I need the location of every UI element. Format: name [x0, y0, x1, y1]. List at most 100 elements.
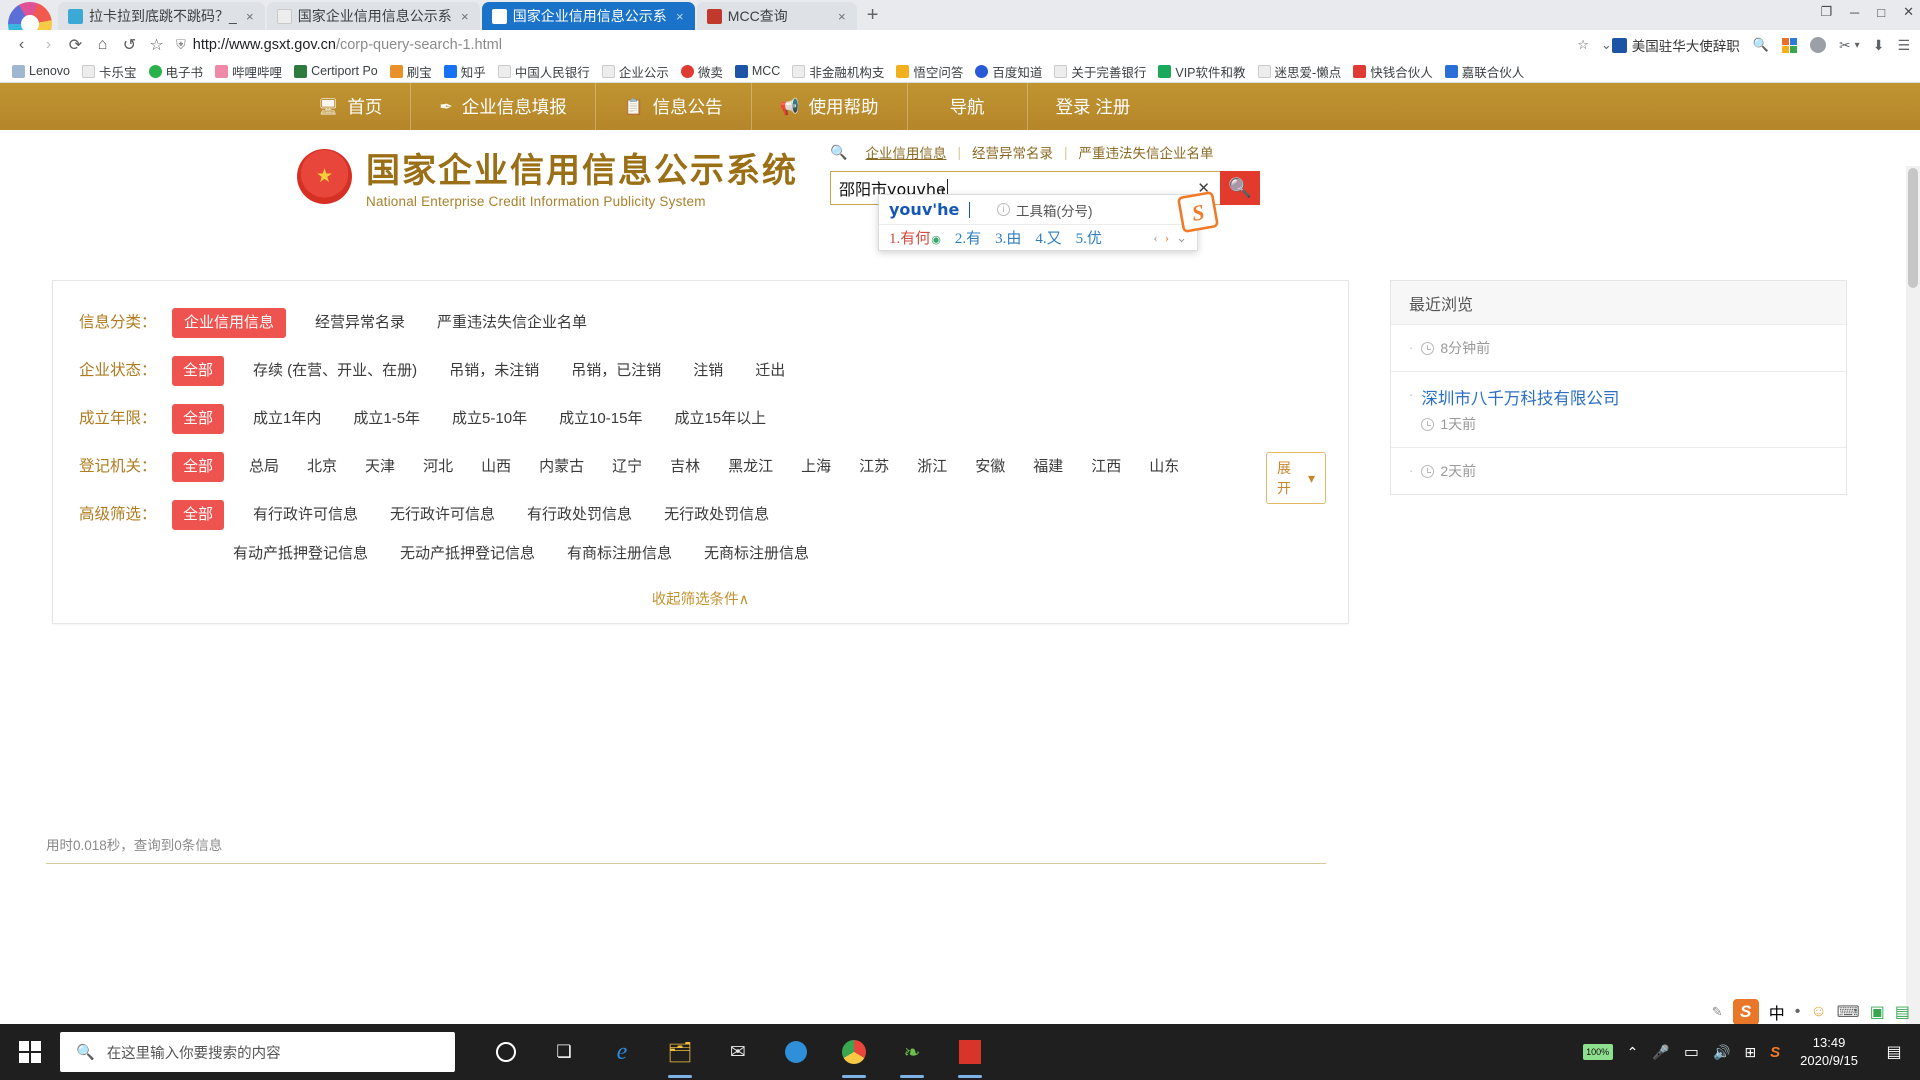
filter-chip[interactable]: 成立1年内	[250, 404, 324, 434]
bookmark-item[interactable]: VIP软件和教	[1152, 61, 1251, 81]
history-icon[interactable]: ↺	[116, 32, 143, 58]
scissors-caret-icon[interactable]: ▾	[1855, 40, 1860, 51]
recent-item[interactable]: · 深圳市八千万科技有限公司 1天前	[1391, 372, 1846, 448]
filter-chip[interactable]: 全部	[172, 404, 225, 434]
filter-chip[interactable]: 黑龙江	[725, 452, 776, 482]
filter-chip[interactable]: 全部	[172, 356, 225, 386]
profile-avatar-icon[interactable]	[1809, 37, 1826, 53]
filter-chip[interactable]: 无商标注册信息	[701, 539, 812, 569]
bookmark-item[interactable]: Certiport Po	[288, 61, 384, 81]
filter-chip[interactable]: 吊销，已注销	[568, 356, 664, 386]
filter-chip[interactable]: 无行政许可信息	[387, 500, 498, 530]
filter-chip[interactable]: 吉林	[667, 452, 703, 482]
filter-chip[interactable]: 无动产抵押登记信息	[397, 539, 538, 569]
ime-candidate[interactable]: 1.有何◉	[889, 227, 941, 248]
forward-icon[interactable]: ›	[35, 32, 62, 58]
file-explorer-icon[interactable]: 🗂	[651, 1024, 709, 1080]
sogou-dot-icon[interactable]: •	[1795, 1003, 1801, 1021]
filter-chip[interactable]: 全部	[172, 452, 225, 482]
browser-tab[interactable]: 拉卡拉到底跳不跳码？_ ×	[58, 2, 265, 30]
filter-chip[interactable]: 全部	[172, 500, 225, 530]
filter-chip[interactable]: 成立1-5年	[350, 404, 423, 434]
battery-indicator[interactable]: 100%	[1582, 1044, 1613, 1060]
filter-chip[interactable]: 吊销，未注销	[446, 356, 542, 386]
filter-chip[interactable]: 总局	[246, 452, 282, 482]
sogou-logo-icon[interactable]: S	[1732, 999, 1759, 1025]
filter-chip[interactable]: 成立10-15年	[556, 404, 645, 434]
scissors-icon[interactable]: ✂	[1839, 37, 1851, 54]
clock-app-icon[interactable]	[767, 1024, 825, 1080]
browser-tab-active[interactable]: 国家企业信用信息公示系 ×	[481, 2, 695, 30]
bookmark-item[interactable]: 知乎	[438, 61, 492, 81]
recent-item[interactable]: · 8分钟前	[1391, 325, 1846, 372]
filter-chip[interactable]: 河北	[420, 452, 456, 482]
tab-close-icon[interactable]: ×	[673, 9, 687, 24]
taskbar-search-input[interactable]: 🔍 在这里输入你要搜索的内容	[60, 1032, 455, 1072]
reload-icon[interactable]: ⟳	[62, 32, 89, 58]
nav-item-login-register[interactable]: 登录 注册	[1028, 83, 1159, 130]
bookmark-item[interactable]: 企业公示	[596, 61, 675, 81]
filter-chip[interactable]: 北京	[304, 452, 340, 482]
filter-chip[interactable]: 山东	[1146, 452, 1182, 482]
minimize-icon[interactable]: ─	[1850, 5, 1859, 20]
bookmark-star-icon[interactable]: ☆	[143, 32, 170, 58]
filter-chip[interactable]: 山西	[478, 452, 514, 482]
close-window-icon[interactable]: ✕	[1903, 4, 1914, 20]
bookmark-item[interactable]: 中国人民银行	[492, 61, 596, 81]
filter-chip[interactable]: 无行政处罚信息	[661, 500, 772, 530]
new-tab-button[interactable]: +	[867, 4, 879, 27]
volume-icon[interactable]: 🔊	[1713, 1044, 1730, 1061]
bookmark-item[interactable]: 关于完善银行	[1048, 61, 1152, 81]
restore-icon[interactable]: ❐	[1820, 4, 1832, 20]
green-app-icon[interactable]: ❧	[883, 1024, 941, 1080]
filter-chip[interactable]: 内蒙古	[536, 452, 587, 482]
bookmark-item[interactable]: 刷宝	[384, 61, 438, 81]
tray-chevron-icon[interactable]: ⌃	[1627, 1044, 1639, 1061]
filter-chip[interactable]: 成立15年以上	[671, 404, 769, 434]
ime-next-page-icon[interactable]: ›	[1165, 230, 1169, 246]
start-button[interactable]	[0, 1024, 60, 1080]
filter-chip[interactable]: 天津	[362, 452, 398, 482]
nav-item-home[interactable]: 🖥 首页	[290, 83, 412, 130]
mail-icon[interactable]: ✉	[709, 1024, 767, 1080]
browser-tab[interactable]: MCC查询 ×	[696, 2, 857, 30]
recent-item-company[interactable]: 深圳市八千万科技有限公司	[1421, 385, 1828, 409]
bookmark-item[interactable]: Lenovo	[6, 61, 76, 81]
edge-icon[interactable]: e	[593, 1024, 651, 1080]
filter-chip[interactable]: 存续 (在营、开业、在册)	[250, 356, 420, 386]
sogou-lang-toggle[interactable]: 中	[1769, 1000, 1785, 1024]
address-bookmark-icon[interactable]: ☆	[1577, 37, 1589, 53]
nav-item-navigation[interactable]: 导航	[908, 83, 1028, 130]
bookmark-item[interactable]: MCC	[729, 61, 786, 81]
search-tab-serious-violation[interactable]: 严重违法失信企业名单	[1067, 142, 1224, 162]
bookmark-item[interactable]: 嘉联合伙人	[1439, 61, 1531, 81]
sogou-box-icon[interactable]: ▣	[1870, 1002, 1885, 1022]
search-tab-abnormal-list[interactable]: 经营异常名录	[961, 142, 1064, 162]
filter-chip[interactable]: 有行政许可信息	[250, 500, 361, 530]
nav-item-help[interactable]: 📢 使用帮助	[752, 83, 908, 130]
filter-chip[interactable]: 浙江	[914, 452, 950, 482]
ime-candidate[interactable]: 3.由	[995, 227, 1021, 248]
microphone-icon[interactable]: 🎤	[1652, 1044, 1669, 1061]
apps-grid-icon[interactable]	[1781, 37, 1797, 53]
expand-button[interactable]: 展开 ▾	[1266, 452, 1326, 504]
filter-chip[interactable]: 江西	[1088, 452, 1124, 482]
ime-candidate[interactable]: 5.优	[1076, 227, 1102, 248]
sogou-tray-icon[interactable]: S	[1770, 1044, 1780, 1061]
recent-item[interactable]: · 2天前	[1391, 448, 1846, 494]
filter-chip[interactable]: 上海	[798, 452, 834, 482]
sogou-keyboard-icon[interactable]: ⌨	[1837, 1002, 1860, 1022]
sogou-menu-icon[interactable]: ▤	[1895, 1002, 1910, 1022]
ime-prev-page-icon[interactable]: ‹	[1153, 230, 1157, 246]
red-app-icon[interactable]	[941, 1024, 999, 1080]
collapse-filters-link[interactable]: 收起筛选条件∧	[53, 588, 1348, 609]
bookmark-item[interactable]: 卡乐宝	[76, 61, 143, 81]
nav-item-enterprise-report[interactable]: ✒ 企业信息填报	[411, 83, 596, 130]
bookmark-item[interactable]: 迷思爱-懒点	[1252, 61, 1348, 81]
ime-candidate[interactable]: 4.又	[1035, 227, 1061, 248]
tab-close-icon[interactable]: ×	[835, 9, 849, 24]
filter-chip[interactable]: 福建	[1030, 452, 1066, 482]
maximize-icon[interactable]: □	[1877, 5, 1885, 20]
address-chevron-icon[interactable]: ⌄	[1601, 37, 1612, 53]
nav-item-announcements[interactable]: 📋 信息公告	[596, 83, 752, 130]
